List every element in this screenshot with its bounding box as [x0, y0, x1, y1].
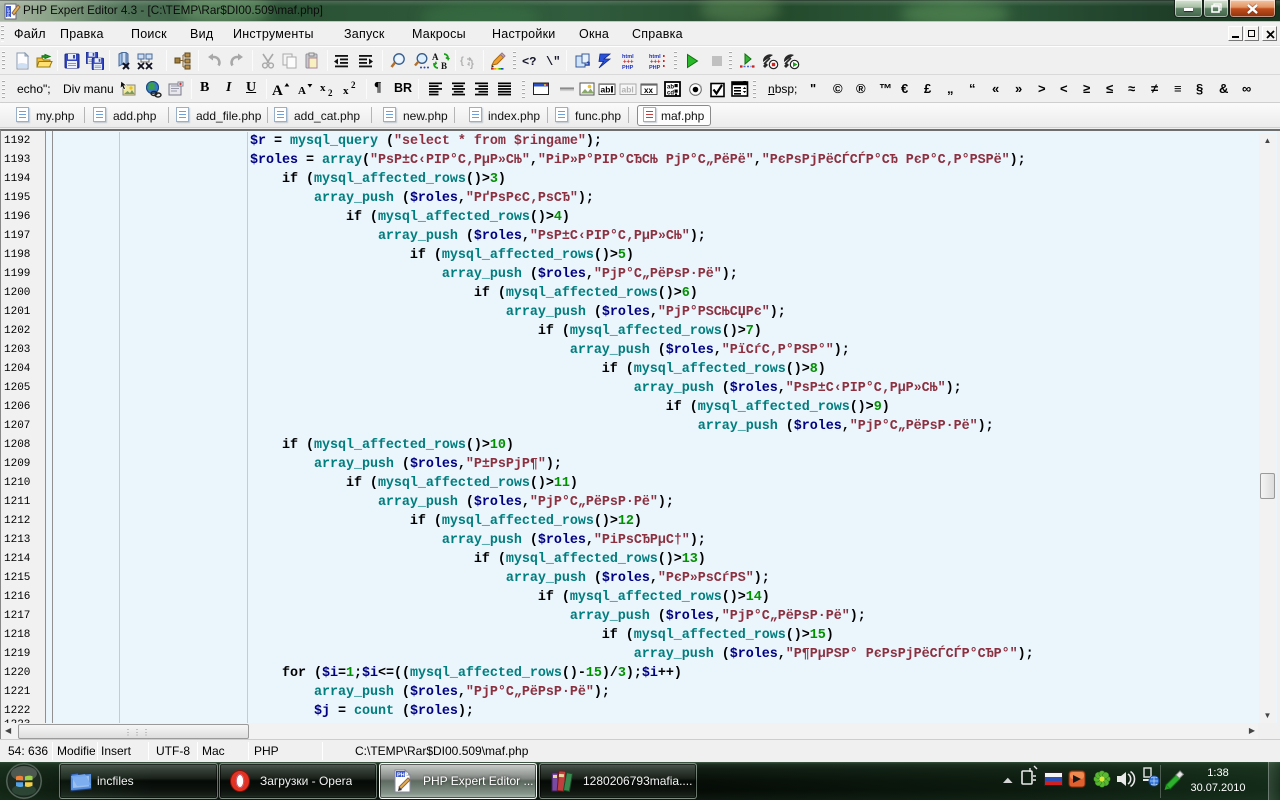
svg-text:abl: abl: [622, 85, 634, 95]
svg-text:A: A: [298, 85, 306, 97]
svg-text:<?: <?: [522, 55, 536, 69]
svg-text:xx: xx: [644, 86, 653, 95]
svg-text:abl: abl: [601, 85, 613, 95]
svg-text:x: x: [320, 82, 326, 94]
svg-text:A: A: [272, 83, 283, 98]
svg-text:B: B: [441, 61, 447, 70]
svg-text:2: 2: [351, 80, 356, 90]
svg-text:PHP: PHP: [6, 8, 11, 17]
svg-text:PHP: PHP: [649, 65, 661, 70]
svg-text:cd: cd: [667, 91, 674, 97]
svg-text:}: }: [470, 59, 474, 70]
svg-text:A: A: [432, 52, 439, 62]
svg-text:2: 2: [328, 88, 333, 98]
svg-text:PHP: PHP: [622, 65, 634, 70]
svg-text:{: {: [460, 56, 464, 67]
svg-text:x: x: [343, 85, 349, 97]
svg-text:\": \": [546, 55, 560, 69]
